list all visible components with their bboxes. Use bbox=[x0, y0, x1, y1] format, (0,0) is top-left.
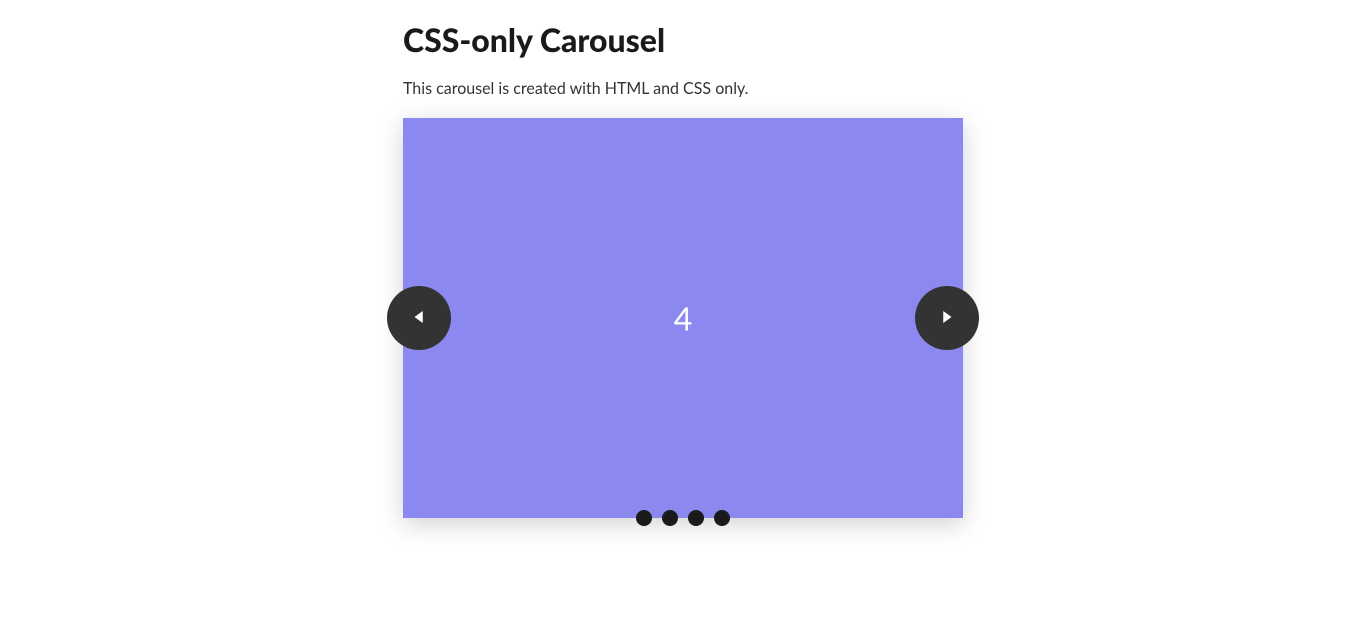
carousel-prev-button[interactable] bbox=[387, 286, 451, 350]
page-description: This carousel is created with HTML and C… bbox=[403, 79, 963, 98]
triangle-right-icon bbox=[938, 308, 956, 329]
carousel-next-button[interactable] bbox=[915, 286, 979, 350]
carousel-dot[interactable] bbox=[662, 510, 678, 526]
triangle-left-icon bbox=[410, 308, 428, 329]
carousel-dot[interactable] bbox=[714, 510, 730, 526]
carousel-dot[interactable] bbox=[688, 510, 704, 526]
carousel[interactable]: 4 bbox=[403, 118, 963, 518]
carousel-wrapper: 4 bbox=[403, 118, 963, 518]
carousel-dots bbox=[636, 510, 730, 526]
carousel-dot[interactable] bbox=[636, 510, 652, 526]
page-title: CSS-only Carousel bbox=[403, 20, 963, 59]
slide-number: 4 bbox=[674, 299, 693, 338]
